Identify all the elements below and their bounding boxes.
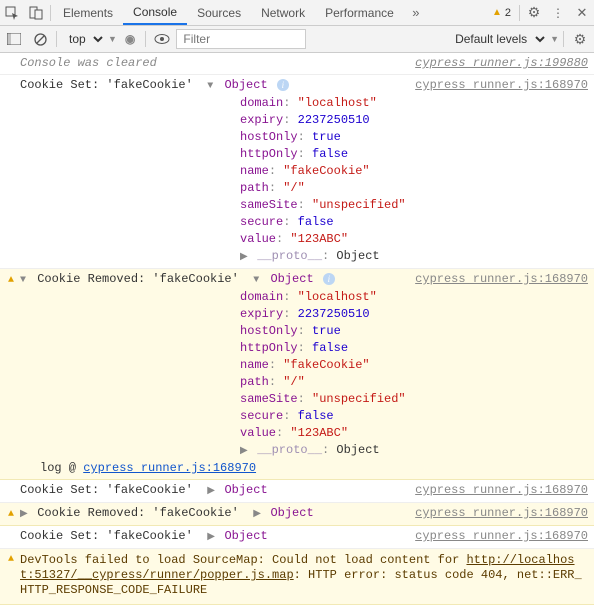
object-prop: secure: false — [240, 214, 407, 231]
object-twisty-closed-icon[interactable]: ▶ — [253, 506, 263, 523]
object-prop: domain: "localhost" — [240, 289, 407, 306]
log-row-cookie-removed: ▲ ▶ Cookie Removed: 'fakeCookie' ▶ Objec… — [0, 503, 594, 526]
object-twisty-closed-icon[interactable]: ▶ — [207, 529, 217, 546]
source-link[interactable]: cypress runner.js:168970 — [407, 271, 588, 477]
live-expression-icon[interactable]: ◉ — [119, 32, 141, 46]
device-toolbar-icon[interactable] — [24, 1, 48, 25]
proto-twisty-closed-icon[interactable]: ▶ — [240, 443, 250, 460]
object-prop: httpOnly: false — [240, 340, 407, 357]
group-twisty-closed-icon[interactable]: ▶ — [20, 506, 30, 523]
log-row-cookie-removed: ▲ ▼ Cookie Removed: 'fakeCookie' ▼ Objec… — [0, 269, 594, 480]
object-body: domain: "localhost"expiry: 2237250510hos… — [240, 95, 407, 266]
eye-icon[interactable] — [150, 33, 174, 45]
settings-icon[interactable]: ⚙ — [522, 1, 546, 25]
stack-link[interactable]: cypress runner.js:168970 — [83, 461, 256, 475]
object-prop: hostOnly: true — [240, 323, 407, 340]
tab-elements[interactable]: Elements — [53, 2, 123, 24]
tab-console[interactable]: Console — [123, 1, 187, 25]
warning-icon: ▲ — [8, 554, 14, 565]
log-label: Cookie Removed: 'fakeCookie' — [37, 506, 239, 520]
object-twisty-closed-icon[interactable]: ▶ — [207, 483, 217, 500]
object-label[interactable]: Object — [270, 272, 313, 286]
warnings-count[interactable]: ▲ 2 — [486, 7, 517, 19]
warning-icon: ▲ — [8, 275, 14, 286]
source-link[interactable]: cypress runner.js:168970 — [407, 482, 588, 500]
object-twisty-open-icon[interactable]: ▼ — [253, 272, 263, 289]
object-body: domain: "localhost"expiry: 2237250510hos… — [240, 289, 407, 460]
log-levels-select[interactable]: Default levels — [447, 29, 548, 49]
chevron-down-icon: ▼ — [108, 34, 117, 44]
source-link[interactable]: cypress runner.js:168970 — [407, 528, 588, 546]
object-label[interactable]: Object — [270, 506, 313, 520]
info-icon[interactable]: i — [277, 79, 289, 91]
object-prop: sameSite: "unspecified" — [240, 197, 407, 214]
tab-performance[interactable]: Performance — [315, 2, 404, 24]
console-settings-icon[interactable]: ⚙ — [568, 27, 592, 51]
console-sidebar-toggle-icon[interactable] — [2, 27, 26, 51]
info-icon[interactable]: i — [323, 273, 335, 285]
inspect-element-icon[interactable] — [0, 1, 24, 25]
object-prop: name: "fakeCookie" — [240, 163, 407, 180]
log-label: Cookie Set: 'fakeCookie' — [20, 529, 193, 543]
object-twisty-open-icon[interactable]: ▼ — [207, 78, 217, 95]
object-proto[interactable]: ▶ __proto__: Object — [240, 442, 407, 460]
log-label: Cookie Set: 'fakeCookie' — [20, 78, 193, 92]
object-proto[interactable]: ▶ __proto__: Object — [240, 248, 407, 266]
source-link[interactable]: cypress runner.js:168970 — [407, 77, 588, 266]
object-prop: value: "123ABC" — [240, 231, 407, 248]
proto-twisty-closed-icon[interactable]: ▶ — [240, 249, 250, 266]
more-tabs-icon[interactable]: » — [404, 1, 428, 25]
source-link[interactable]: cypress runner.js:199880 — [407, 55, 588, 72]
clear-console-icon[interactable] — [28, 27, 52, 51]
chevron-down-icon: ▼ — [550, 34, 559, 44]
warning-icon: ▲ — [492, 7, 502, 18]
filter-input[interactable] — [176, 29, 306, 49]
log-row-cookie-set: Cookie Set: 'fakeCookie' ▼ Object i doma… — [0, 75, 594, 269]
object-prop: sameSite: "unspecified" — [240, 391, 407, 408]
log-label: Cookie Removed: 'fakeCookie' — [37, 272, 239, 286]
object-prop: path: "/" — [240, 374, 407, 391]
tab-network[interactable]: Network — [251, 2, 315, 24]
kebab-menu-icon[interactable]: ⋮ — [546, 1, 570, 25]
object-label[interactable]: Object — [224, 529, 267, 543]
object-prop: httpOnly: false — [240, 146, 407, 163]
object-prop: hostOnly: true — [240, 129, 407, 146]
source-link[interactable]: cypress runner.js:168970 — [407, 505, 588, 523]
log-row-cookie-set: Cookie Set: 'fakeCookie' ▶ Object cypres… — [0, 526, 594, 549]
object-prop: path: "/" — [240, 180, 407, 197]
object-label[interactable]: Object — [224, 78, 267, 92]
sourcemap-warning: ▲ DevTools failed to load SourceMap: Cou… — [0, 549, 594, 605]
log-row-cookie-set: Cookie Set: 'fakeCookie' ▶ Object cypres… — [0, 480, 594, 503]
object-prop: expiry: 2237250510 — [240, 112, 407, 129]
object-prop: name: "fakeCookie" — [240, 357, 407, 374]
close-devtools-icon[interactable]: ✕ — [570, 1, 594, 25]
tab-sources[interactable]: Sources — [187, 2, 251, 24]
console-cleared-row: Console was cleared cypress runner.js:19… — [0, 53, 594, 75]
context-select[interactable]: top — [61, 29, 106, 49]
stack-trace: log @ cypress runner.js:168970 — [20, 460, 407, 477]
object-prop: secure: false — [240, 408, 407, 425]
warning-icon: ▲ — [8, 509, 14, 520]
object-prop: expiry: 2237250510 — [240, 306, 407, 323]
object-prop: domain: "localhost" — [240, 95, 407, 112]
object-prop: value: "123ABC" — [240, 425, 407, 442]
object-label[interactable]: Object — [224, 483, 267, 497]
log-label: Cookie Set: 'fakeCookie' — [20, 483, 193, 497]
group-twisty-open-icon[interactable]: ▼ — [20, 272, 30, 289]
